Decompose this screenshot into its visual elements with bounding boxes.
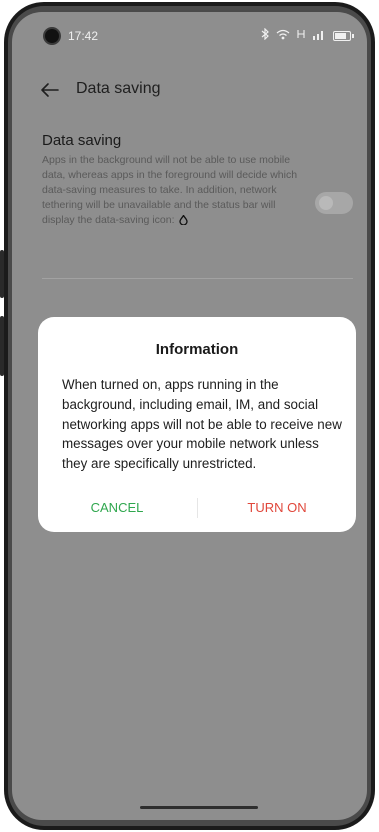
data-saving-setting: Data saving Apps in the background will … — [42, 132, 342, 228]
setting-description-text: Apps in the background will not be able … — [42, 154, 298, 226]
data-saving-icon — [179, 214, 189, 226]
information-dialog: Information When turned on, apps running… — [38, 317, 356, 532]
data-saving-toggle[interactable] — [315, 192, 353, 214]
status-time: 17:42 — [68, 29, 99, 43]
divider — [42, 278, 353, 279]
screen: 17:42 Data saving Data saving Apps in th… — [12, 12, 367, 820]
turn-on-button[interactable]: TURN ON — [202, 495, 352, 521]
hd-icon — [297, 28, 305, 44]
dialog-message: When turned on, apps running in the back… — [62, 377, 342, 472]
status-bar: 17:42 — [12, 12, 367, 56]
dialog-buttons: CANCEL TURN ON — [38, 495, 356, 521]
setting-title: Data saving — [42, 132, 122, 149]
bluetooth-icon — [261, 27, 269, 44]
toggle-knob — [319, 196, 333, 210]
setting-description: Apps in the background will not be able … — [42, 153, 307, 228]
home-indicator[interactable] — [140, 806, 258, 809]
signal-icon — [312, 29, 326, 44]
front-camera — [45, 29, 59, 43]
status-icons — [261, 27, 354, 44]
back-arrow-icon[interactable] — [38, 78, 62, 102]
dialog-title: Information — [155, 341, 239, 358]
page-title: Data saving — [76, 80, 161, 97]
button-divider — [197, 498, 198, 518]
battery-icon — [333, 31, 354, 41]
volume-button — [0, 250, 4, 298]
wifi-icon — [276, 29, 290, 44]
toolbar: Data saving — [12, 70, 367, 110]
power-button — [0, 316, 4, 376]
cancel-button[interactable]: CANCEL — [42, 495, 192, 521]
